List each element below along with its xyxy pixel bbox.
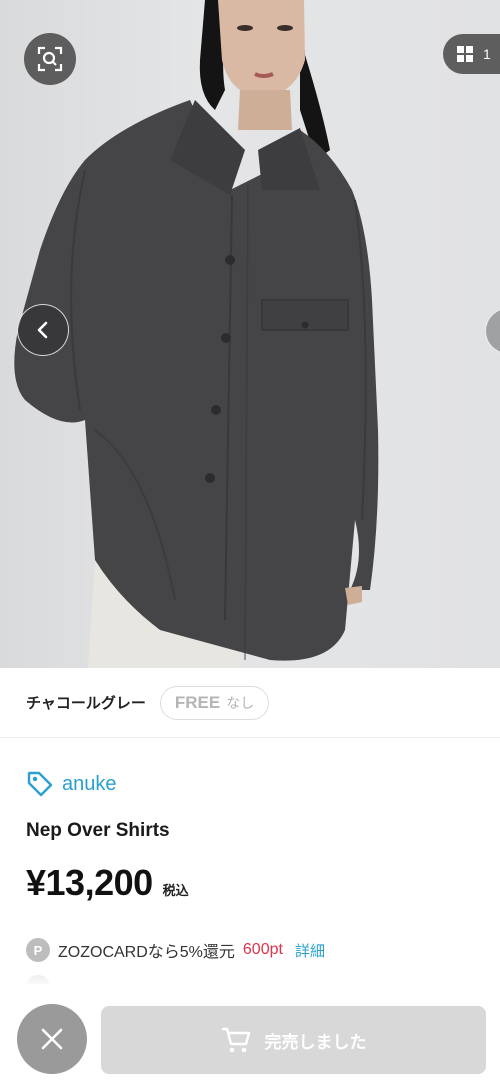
zoom-search-icon [37,46,63,72]
point-details-link[interactable]: 詳細 [295,940,325,961]
chevron-left-icon [37,321,48,339]
product-name: Nep Over Shirts [26,820,170,841]
gallery-grid-button[interactable]: 1 [443,34,500,74]
stock-status: なし [226,694,255,711]
sold-out-button[interactable]: 完売しました [101,1006,486,1074]
color-name: チャコールグレー [26,695,146,712]
close-icon [41,1028,63,1050]
grid-icon [457,46,473,62]
close-button[interactable] [17,1004,87,1074]
point-text: ZOZOCARDなら5%還元 [58,944,235,961]
tag-icon [27,771,53,797]
gallery-page-count: 1 [483,46,491,62]
bottom-action-bar: 完売しました [0,984,500,1080]
brand-name: anuke [62,772,117,795]
point-value: 600pt [242,941,283,958]
point-badge-icon: P [26,938,50,962]
zoom-button[interactable] [24,33,76,85]
brand-link[interactable]: anuke [26,770,117,798]
variant-row: チャコールグレー FREE なし [0,668,500,738]
cart-icon [221,1027,250,1053]
prev-image-button[interactable] [17,304,69,356]
size-label: FREE [174,692,221,712]
product-image[interactable]: 1 [0,0,500,668]
price-row: ¥13,200 税込 [26,862,189,904]
size-chip[interactable]: FREE なし [159,685,270,720]
price: ¥13,200 [26,862,153,903]
product-photo [14,0,379,668]
tax-label: 税込 [162,883,189,898]
zozocard-point-row: P ZOZOCARDなら5%還元 600pt 詳細 [26,938,325,962]
sold-out-label: 完売しました [264,1032,367,1052]
